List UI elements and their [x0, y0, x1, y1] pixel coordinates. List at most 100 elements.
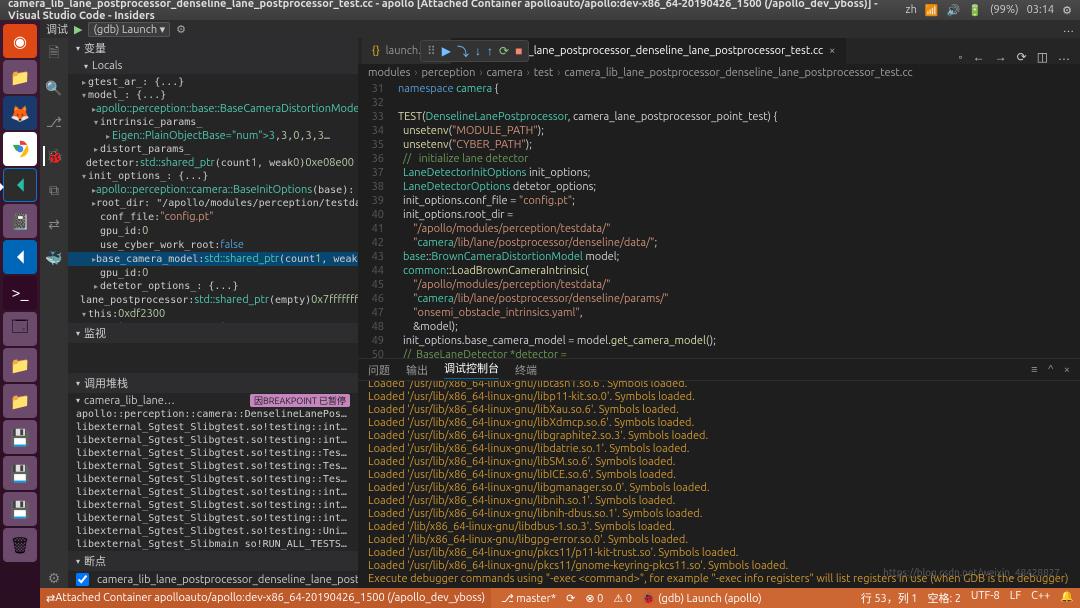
variable-row[interactable]: use_cyber_work_root: false: [68, 238, 358, 252]
variable-row[interactable]: ▾this: 0xdf2300: [68, 307, 358, 321]
step-into-icon[interactable]: ↓: [475, 44, 481, 58]
callstack-frame[interactable]: apollo::perception::camera::DenselineLan…: [68, 408, 358, 421]
debug-icon[interactable]: 🐞: [43, 146, 63, 166]
panel-tab-debug-console[interactable]: 调试控制台: [444, 360, 499, 379]
callstack-frame[interactable]: libexternal_Sgtest_Slibgtest.so!testing:…: [68, 525, 358, 538]
stop-icon[interactable]: ■: [515, 44, 522, 58]
account-icon[interactable]: ⚙: [44, 568, 64, 588]
code-line[interactable]: 48 &model);: [358, 320, 1080, 334]
variable-row[interactable]: ▸gtest_ar_: {...}: [68, 76, 358, 89]
callstack-frame[interactable]: libexternal_Sgtest_Slibmain so!RUN_ALL_T…: [68, 538, 358, 551]
variable-row[interactable]: ▸Eigen::PlainObjectBase="num">3, 3, 0, 3…: [68, 129, 358, 143]
variable-row[interactable]: detector: std::shared_ptr (count 1, weak…: [68, 156, 358, 170]
panel-maximize-icon[interactable]: ^: [1048, 364, 1054, 376]
drag-handle-icon[interactable]: ⠿: [427, 44, 436, 58]
battery-icon[interactable]: 🔋: [968, 4, 982, 17]
variable-row[interactable]: gpu_id: 0: [68, 224, 358, 238]
code-line[interactable]: 41 "/apollo/modules/perception/testdata/…: [358, 222, 1080, 236]
launcher-dash-icon[interactable]: ◉: [3, 24, 37, 58]
callstack-frame[interactable]: libexternal_Sgtest_Slibgtest.so!testing:…: [68, 473, 358, 486]
explorer-icon[interactable]: 🗎: [44, 44, 64, 64]
code-line[interactable]: 43 base::BrownCameraDistortionModel mode…: [358, 250, 1080, 264]
continue-icon[interactable]: ▶: [442, 44, 451, 58]
variables-tree[interactable]: ▸gtest_ar_: {...}▾model_: {...}▸apollo::…: [68, 74, 358, 323]
close-icon[interactable]: ×: [829, 45, 835, 57]
launcher-files-icon[interactable]: 📁: [3, 60, 37, 94]
search-icon[interactable]: 🔍: [44, 78, 64, 98]
launcher-disk-icon[interactable]: 💾: [3, 420, 37, 454]
code-line[interactable]: 50 // BaseLaneDetector *detector =: [358, 348, 1080, 358]
code-line[interactable]: 46 "camera/lib/lane/postprocessor/densel…: [358, 292, 1080, 306]
status-eol[interactable]: LF: [1010, 590, 1021, 606]
code-line[interactable]: 33TEST(DenselineLanePostprocessor, camer…: [358, 110, 1080, 124]
go-forward-icon[interactable]: →: [995, 50, 1007, 64]
code-line[interactable]: 31namespace camera {: [358, 82, 1080, 96]
status-spaces[interactable]: 空格: 2: [927, 590, 960, 606]
debug-config-select[interactable]: (gdb) Launch ▾: [88, 22, 170, 37]
panel-tab-problems[interactable]: 问题: [368, 362, 390, 378]
callstack-frame[interactable]: libexternal_Sgtest_Slibgtest.so!testing:…: [68, 421, 358, 434]
variable-row[interactable]: ▸base_camera_model: std::shared_ptr (cou…: [68, 252, 358, 266]
code-line[interactable]: 34 unsetenv("MODULE_PATH");: [358, 124, 1080, 138]
launcher-app-icon[interactable]: 📓: [3, 204, 37, 238]
step-over-icon[interactable]: ⤵: [457, 43, 469, 60]
vars-section[interactable]: ▾变量: [68, 38, 358, 58]
status-bell-icon[interactable]: 🔔: [1060, 590, 1074, 606]
launcher-vscode-insiders-icon[interactable]: [3, 168, 37, 202]
status-position[interactable]: 行 53，列 1: [861, 590, 918, 606]
breakpoints-section[interactable]: ▾断点: [68, 551, 358, 571]
launcher-firefox-icon[interactable]: 🦊: [3, 96, 37, 130]
debug-play-icon[interactable]: ▶: [74, 23, 82, 36]
breadcrumb-item[interactable]: test: [534, 67, 553, 79]
variable-row[interactable]: ▾init_options_: {...}: [68, 170, 358, 183]
wifi-icon[interactable]: 📶: [925, 4, 939, 17]
status-sync[interactable]: ⟳: [566, 592, 575, 605]
code-line[interactable]: 42 "camera/lib/lane/postprocessor/densel…: [358, 236, 1080, 250]
extensions-icon[interactable]: ⧉: [44, 180, 64, 200]
code-line[interactable]: 38 LaneDetectorOptions detetor_options;: [358, 180, 1080, 194]
code-editor[interactable]: 31namespace camera {3233TEST(DenselineLa…: [358, 82, 1080, 358]
debug-floating-toolbar[interactable]: ⠿ ▶ ⤵ ↓ ↑ ⟳ ■: [420, 40, 529, 62]
split-editor-icon[interactable]: ◫: [1037, 50, 1048, 64]
callstack-list[interactable]: apollo::perception::camera::DenselineLan…: [68, 408, 358, 551]
variable-row[interactable]: ▸apollo::perception::camera::BaseInitOpt…: [68, 183, 358, 197]
variable-row[interactable]: ▸detetor_options_: {...}: [68, 280, 358, 293]
code-line[interactable]: 32: [358, 96, 1080, 110]
code-line[interactable]: 40 init_options.root_dir =: [358, 208, 1080, 222]
step-out-icon[interactable]: ↑: [487, 44, 493, 58]
reload-icon[interactable]: ⟳: [1017, 50, 1027, 64]
code-line[interactable]: 35 unsetenv("CYBER_PATH");: [358, 138, 1080, 152]
launcher-disk3-icon[interactable]: 💾: [3, 492, 37, 526]
panel-tab-terminal[interactable]: 终端: [515, 362, 537, 378]
breadcrumb-item[interactable]: perception: [421, 67, 475, 79]
go-back-icon[interactable]: ←: [973, 50, 985, 64]
callstack-frame[interactable]: libexternal_Sgtest_Slibgtest.so!testing:…: [68, 486, 358, 499]
toggle-breakpoints-icon[interactable]: ◦: [958, 50, 962, 64]
panel-tab-output[interactable]: 输出: [406, 362, 428, 378]
toolbar-dots-icon[interactable]: …: [1063, 23, 1074, 35]
debug-gear-icon[interactable]: ⚙: [176, 23, 186, 36]
breadcrumb-item[interactable]: modules: [368, 67, 410, 79]
scm-icon[interactable]: ⎇: [44, 112, 64, 132]
status-remote[interactable]: ⇄ Attached Container apolloauto/apollo:d…: [40, 588, 491, 608]
launcher-chrome-icon[interactable]: [3, 132, 37, 166]
code-line[interactable]: 45 "/apollo/modules/perception/testdata/…: [358, 278, 1080, 292]
status-errors[interactable]: ⊗ 0: [585, 592, 603, 605]
status-branch[interactable]: ⎇ master*: [501, 592, 556, 605]
callstack-frame[interactable]: libexternal_Sgtest_Slibgtest.so!testing:…: [68, 460, 358, 473]
locals-section[interactable]: ▾Locals: [68, 58, 358, 74]
code-line[interactable]: 36 // initialize lane detector: [358, 152, 1080, 166]
variable-row[interactable]: conf_file: "config.pt": [68, 210, 358, 224]
breadcrumb-item[interactable]: camera: [487, 67, 523, 79]
launcher-app2-icon[interactable]: 🗔: [3, 312, 37, 346]
callstack-frame[interactable]: libexternal_Sgtest_Slibgtest.so!testing:…: [68, 512, 358, 525]
callstack-frame[interactable]: libexternal_Sgtest_Slibgtest.so!testing:…: [68, 434, 358, 447]
status-lang[interactable]: C++: [1031, 590, 1050, 606]
remote-icon[interactable]: ⇄: [44, 214, 64, 234]
code-line[interactable]: 44 common::LoadBrownCameraIntrinsic(: [358, 264, 1080, 278]
status-encoding[interactable]: UTF-8: [971, 590, 1000, 606]
launcher-trash-icon[interactable]: 🗑: [3, 528, 37, 562]
code-line[interactable]: 37 LaneDetectorInitOptions init_options;: [358, 166, 1080, 180]
code-line[interactable]: 39 init_options.conf_file = "config.pt";: [358, 194, 1080, 208]
variable-row[interactable]: ▾model_: {...}: [68, 89, 358, 102]
